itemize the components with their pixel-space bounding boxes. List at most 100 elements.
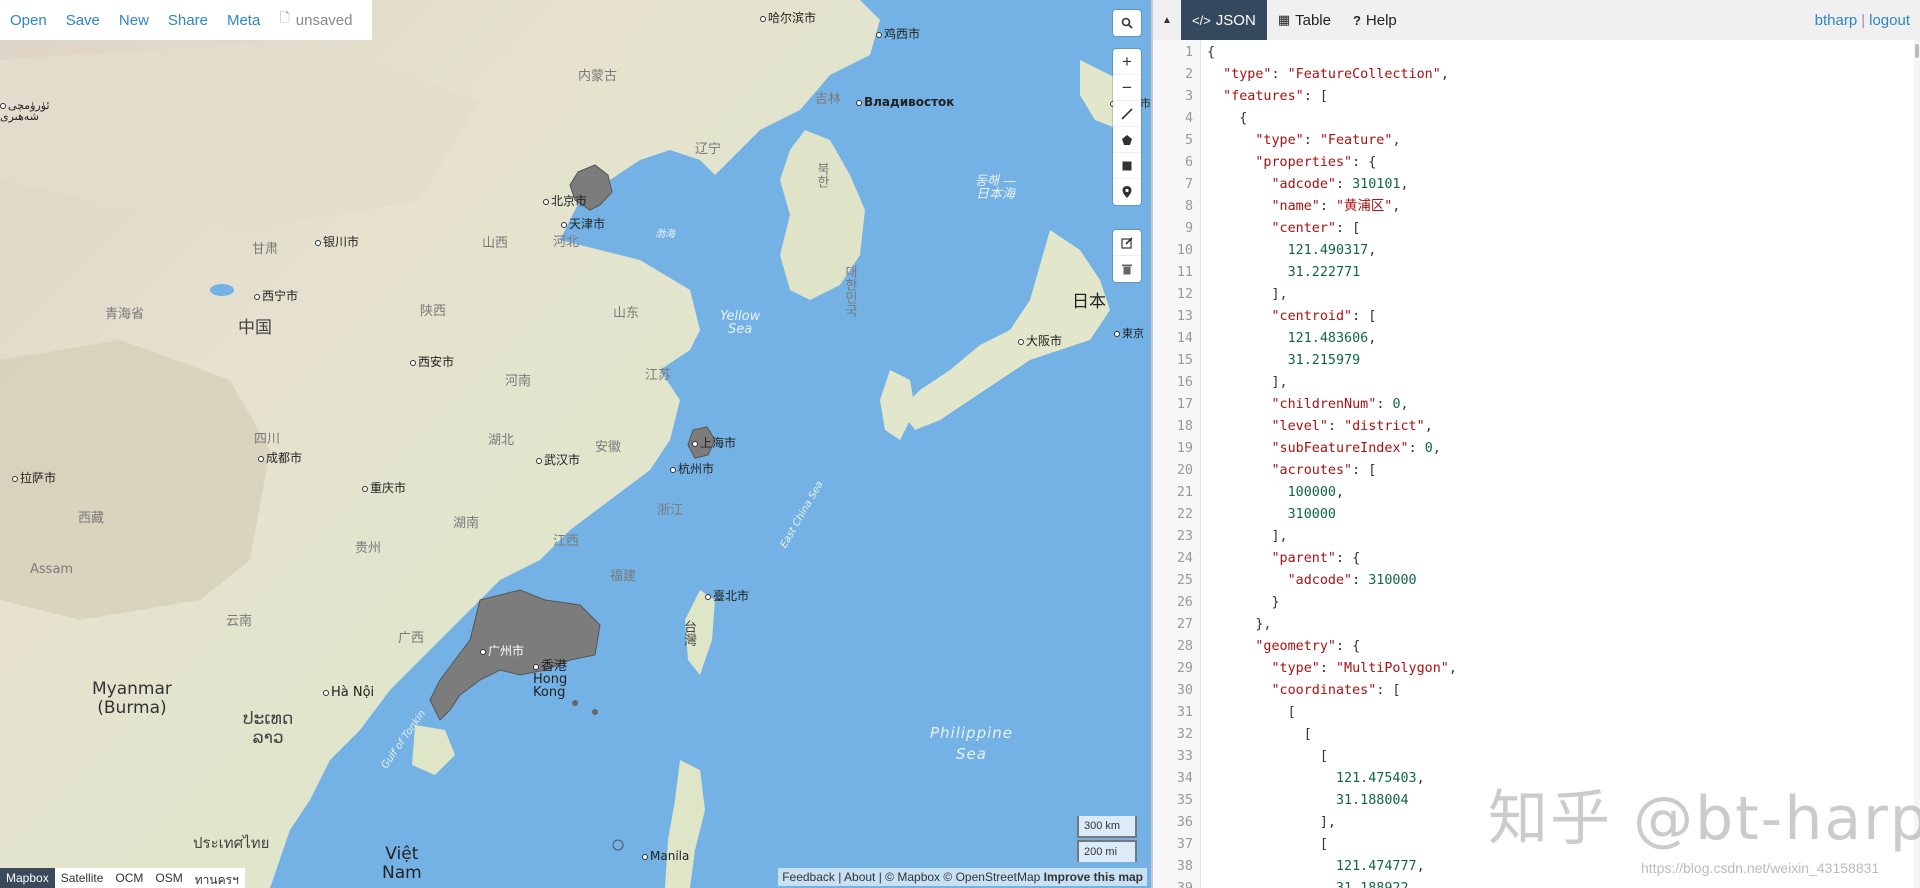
label-shanghai: 上海市 bbox=[692, 437, 736, 449]
username-link[interactable]: btharp bbox=[1815, 12, 1858, 29]
code-line[interactable]: 5 "type": "Feature", bbox=[1153, 130, 1920, 152]
code-icon: </> bbox=[1192, 12, 1211, 28]
code-text: "parent": { bbox=[1271, 551, 1361, 566]
island-dot bbox=[572, 700, 578, 706]
zoom-in-button[interactable]: + bbox=[1113, 49, 1141, 75]
code-line[interactable]: 20 "acroutes": [ bbox=[1153, 460, 1920, 482]
layer-extra[interactable]: ทานครฯ bbox=[189, 868, 245, 888]
code-text: } bbox=[1207, 595, 1280, 610]
code-line[interactable]: 21 100000, bbox=[1153, 482, 1920, 504]
label-hanoi: Hà Nội bbox=[323, 686, 374, 699]
code-text: "subFeatureIndex": 0, bbox=[1271, 441, 1441, 456]
collapse-arrow-icon[interactable]: ▲ bbox=[1153, 15, 1181, 26]
label-harbin: 哈尔滨市 bbox=[760, 12, 816, 24]
code-line[interactable]: 26 } bbox=[1153, 592, 1920, 614]
feedback-link[interactable]: Feedback bbox=[782, 870, 835, 884]
code-line[interactable]: 28 "geometry": { bbox=[1153, 636, 1920, 658]
code-line[interactable]: 24 "parent": { bbox=[1153, 548, 1920, 570]
about-link[interactable]: About bbox=[844, 870, 875, 884]
zoom-out-button[interactable]: − bbox=[1113, 75, 1141, 101]
file-menu-bar: Open Save New Share Meta 🗋 unsaved bbox=[0, 0, 372, 40]
code-line[interactable]: 31 [ bbox=[1153, 702, 1920, 724]
marker-tool-icon[interactable] bbox=[1113, 179, 1141, 205]
map-canvas[interactable]: 哈尔滨市 鸡西市 内蒙古 吉林 Владивосток 札幌市 ئۈرۈمچى … bbox=[0, 0, 1151, 888]
code-line[interactable]: 4 { bbox=[1153, 108, 1920, 130]
code-line[interactable]: 23 ], bbox=[1153, 526, 1920, 548]
code-line[interactable]: 9 "center": [ bbox=[1153, 218, 1920, 240]
layer-switcher: Mapbox Satellite OCM OSM ทานครฯ bbox=[0, 868, 245, 888]
label-assam: Assam bbox=[30, 562, 74, 577]
tab-help-label: Help bbox=[1365, 11, 1397, 29]
line-number: 22 bbox=[1176, 507, 1193, 522]
code-line[interactable]: 39 31.188922 bbox=[1153, 878, 1920, 888]
logout-link[interactable]: logout bbox=[1869, 12, 1910, 29]
code-text: "centroid": [ bbox=[1271, 309, 1377, 324]
mapbox-credit-link[interactable]: © Mapbox bbox=[885, 870, 940, 884]
line-number: 30 bbox=[1176, 683, 1193, 698]
line-number: 4 bbox=[1184, 111, 1193, 126]
code-line[interactable]: 17 "childrenNum": 0, bbox=[1153, 394, 1920, 416]
code-line[interactable]: 18 "level": "district", bbox=[1153, 416, 1920, 438]
layer-mapbox[interactable]: Mapbox bbox=[0, 868, 55, 888]
code-line[interactable]: 1{ bbox=[1153, 42, 1920, 64]
question-icon: ? bbox=[1352, 12, 1361, 28]
rectangle-tool-icon[interactable] bbox=[1113, 153, 1141, 179]
code-line[interactable]: 29 "type": "MultiPolygon", bbox=[1153, 658, 1920, 680]
code-line[interactable]: 7 "adcode": 310101, bbox=[1153, 174, 1920, 196]
code-line[interactable]: 22 310000 bbox=[1153, 504, 1920, 526]
tab-help[interactable]: ? Help bbox=[1342, 0, 1408, 40]
meta-button[interactable]: Meta bbox=[227, 12, 260, 29]
zoom-and-draw-group: + − bbox=[1113, 49, 1141, 205]
label-liaoning: 辽宁 bbox=[695, 142, 722, 157]
code-text: 31.222771 bbox=[1287, 265, 1361, 280]
layer-osm[interactable]: OSM bbox=[149, 868, 188, 888]
save-button[interactable]: Save bbox=[66, 12, 100, 29]
code-line[interactable]: 13 "centroid": [ bbox=[1153, 306, 1920, 328]
trash-icon[interactable] bbox=[1113, 256, 1141, 282]
improve-map-link[interactable]: Improve this map bbox=[1044, 870, 1143, 884]
code-line[interactable]: 2 "type": "FeatureCollection", bbox=[1153, 64, 1920, 86]
json-editor[interactable]: 1{2 "type": "FeatureCollection", 3 "featu… bbox=[1153, 40, 1920, 888]
code-text: "childrenNum": 0, bbox=[1271, 397, 1409, 412]
code-text: 121.474777, bbox=[1336, 859, 1425, 874]
code-text: [ bbox=[1207, 837, 1328, 852]
tab-bar: ▲ </> JSON ▦ Table ? Help btharp | logout bbox=[1153, 0, 1920, 40]
edit-icon[interactable] bbox=[1113, 230, 1141, 256]
osm-credit-link[interactable]: © OpenStreetMap bbox=[943, 870, 1040, 884]
map-attribution: Feedback | About | © Mapbox © OpenStreet… bbox=[778, 868, 1147, 886]
code-line[interactable]: 11 31.222771 bbox=[1153, 262, 1920, 284]
layer-satellite[interactable]: Satellite bbox=[55, 868, 110, 888]
share-button[interactable]: Share bbox=[168, 12, 208, 29]
code-line[interactable]: 12 ], bbox=[1153, 284, 1920, 306]
code-line[interactable]: 10 121.490317, bbox=[1153, 240, 1920, 262]
scale-km: 300 km bbox=[1077, 816, 1137, 838]
code-line[interactable]: 14 121.483606, bbox=[1153, 328, 1920, 350]
polygon-tool-icon[interactable] bbox=[1113, 127, 1141, 153]
code-line[interactable]: 3 "features": [ bbox=[1153, 86, 1920, 108]
tab-table[interactable]: ▦ Table bbox=[1267, 0, 1342, 40]
code-text: 100000, bbox=[1287, 485, 1345, 500]
editor-scrollbar[interactable] bbox=[1914, 40, 1920, 888]
line-tool-icon[interactable] bbox=[1113, 101, 1141, 127]
kyushu-land bbox=[880, 370, 915, 440]
luzon-land bbox=[665, 760, 705, 888]
open-button[interactable]: Open bbox=[10, 12, 47, 29]
code-line[interactable]: 32 [ bbox=[1153, 724, 1920, 746]
code-line[interactable]: 30 "coordinates": [ bbox=[1153, 680, 1920, 702]
code-line[interactable]: 6 "properties": { bbox=[1153, 152, 1920, 174]
editor-scrollbar-thumb[interactable] bbox=[1915, 44, 1919, 58]
code-line[interactable]: 15 31.215979 bbox=[1153, 350, 1920, 372]
code-line[interactable]: 8 "name": "黄浦区", bbox=[1153, 196, 1920, 218]
label-sichuan: 四川 bbox=[254, 432, 281, 447]
code-line[interactable]: 25 "adcode": 310000 bbox=[1153, 570, 1920, 592]
qinghai-lake bbox=[210, 284, 234, 296]
line-number: 38 bbox=[1176, 859, 1193, 874]
code-line[interactable]: 27 }, bbox=[1153, 614, 1920, 636]
search-icon[interactable] bbox=[1113, 10, 1141, 36]
tab-json[interactable]: </> JSON bbox=[1181, 0, 1267, 40]
code-line[interactable]: 16 ], bbox=[1153, 372, 1920, 394]
new-button[interactable]: New bbox=[119, 12, 149, 29]
code-line[interactable]: 33 [ bbox=[1153, 746, 1920, 768]
code-line[interactable]: 19 "subFeatureIndex": 0, bbox=[1153, 438, 1920, 460]
layer-ocm[interactable]: OCM bbox=[109, 868, 149, 888]
